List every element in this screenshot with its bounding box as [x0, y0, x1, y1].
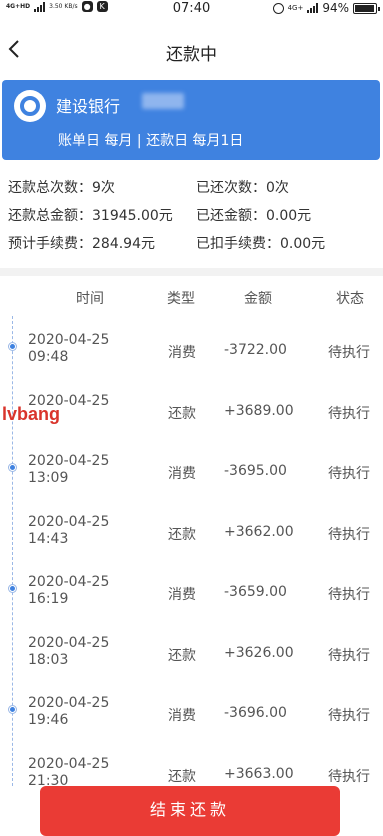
row-amount: -3659.00	[224, 584, 287, 600]
watermark-text: lvbang	[2, 404, 61, 424]
header-amount: 金额	[244, 291, 272, 307]
row-status: 待执行	[328, 466, 370, 482]
status-right: 4G+ 94%	[272, 1, 380, 15]
row-status: 待执行	[328, 647, 370, 664]
bank-card: 建设银行 账单日 每月 | 还款日 每月1日	[2, 80, 380, 160]
row-amount: -3696.00	[224, 705, 287, 721]
battery-icon	[353, 2, 380, 14]
row-type: 还款	[168, 526, 196, 543]
table-row[interactable]: 2020-04-25 14:43 还款 +3662.00 待执行	[0, 500, 383, 561]
ccb-logo-icon	[14, 90, 46, 122]
row-type: 消费	[168, 466, 196, 482]
plan-table-body[interactable]: 2020-04-25 09:48 消费 -3722.00 待执行 2020-04-…	[0, 318, 383, 802]
plan-table-header: 时间 类型 金额 状态	[0, 284, 383, 310]
table-row[interactable]: 2020-04-25 16:19 消费 -3659.00 待执行	[0, 560, 383, 621]
table-row[interactable]: 2020-04-25 13:09 消费 -3695.00 待执行	[0, 439, 383, 500]
nav-bar: 还款中	[0, 30, 383, 70]
row-datetime: 2020-04-25 14:43	[28, 513, 110, 547]
table-row[interactable]: 2020-04-25 18:03 还款 +3626.00 待执行	[0, 621, 383, 682]
deducted-fee: 已扣手续费：0.00元	[196, 236, 326, 252]
row-amount: +3689.00	[224, 402, 294, 419]
paid-amount: 已还金额：0.00元	[196, 208, 312, 224]
paid-count: 已还次数：0次	[196, 180, 289, 196]
status-bar: 4G+HD 3.50 KB/s ● K 07:40 4G+ 94%	[0, 0, 383, 18]
row-type: 还款	[168, 647, 196, 664]
repayment-summary: 还款总次数：9次 已还次数：0次 还款总金额：31945.00元 已还金额：0.…	[0, 174, 383, 258]
row-datetime: 2020-04-25 21:30	[28, 755, 110, 789]
row-amount: +3663.00	[224, 765, 294, 782]
row-status: 待执行	[328, 768, 370, 785]
row-status: 待执行	[328, 345, 370, 361]
table-row[interactable]: 2020-04-25 09:48 消费 -3722.00 待执行	[0, 318, 383, 379]
row-amount: -3695.00	[224, 463, 287, 479]
row-type: 消费	[168, 587, 196, 603]
card-number-mask	[142, 93, 184, 109]
row-datetime: 2020-04-25 18:03	[28, 634, 110, 668]
row-type: 还款	[168, 405, 196, 422]
timeline-dot	[9, 585, 16, 592]
row-type: 消费	[168, 708, 196, 724]
row-status: 待执行	[328, 708, 370, 724]
row-datetime: 2020-04-25 13:09	[28, 453, 110, 486]
network-type-right: 4G+	[287, 4, 304, 12]
battery-percent: 94%	[322, 1, 349, 15]
row-datetime: 2020-04-25 09:48	[28, 332, 110, 365]
total-amount: 还款总金额：31945.00元	[8, 208, 173, 224]
row-datetime: 2020-04-25 19:46	[28, 695, 110, 728]
timeline-dot	[9, 343, 16, 350]
summary-row: 还款总次数：9次 已还次数：0次	[0, 174, 383, 202]
timeline-dot	[9, 706, 16, 713]
header-status: 状态	[336, 291, 364, 307]
summary-row: 预计手续费：284.94元 已扣手续费：0.00元	[0, 230, 383, 258]
row-datetime: 2020-04-25 16:19	[28, 574, 110, 607]
row-type: 还款	[168, 768, 196, 785]
total-count: 还款总次数：9次	[8, 180, 115, 196]
bank-name: 建设银行	[56, 97, 121, 116]
row-status: 待执行	[328, 526, 370, 543]
estimated-fee: 预计手续费：284.94元	[8, 236, 155, 252]
row-status: 待执行	[328, 587, 370, 603]
row-type: 消费	[168, 345, 196, 361]
row-status: 待执行	[328, 405, 370, 422]
end-repayment-button[interactable]: 结束还款	[40, 786, 340, 836]
timeline-dot	[9, 464, 16, 471]
summary-row: 还款总金额：31945.00元 已还金额：0.00元	[0, 202, 383, 230]
section-divider	[0, 268, 383, 276]
table-row[interactable]: 2020-04-25 19:46 消费 -3696.00 待执行	[0, 681, 383, 742]
row-amount: -3722.00	[224, 342, 287, 358]
alarm-icon	[272, 2, 284, 14]
row-amount: +3626.00	[224, 644, 294, 661]
signal-icon-right	[307, 3, 319, 13]
header-type: 类型	[167, 291, 195, 307]
page-title: 还款中	[166, 45, 217, 65]
header-time: 时间	[76, 291, 104, 307]
bill-repay-days: 账单日 每月 | 还款日 每月1日	[58, 133, 244, 149]
row-amount: +3662.00	[224, 523, 294, 540]
